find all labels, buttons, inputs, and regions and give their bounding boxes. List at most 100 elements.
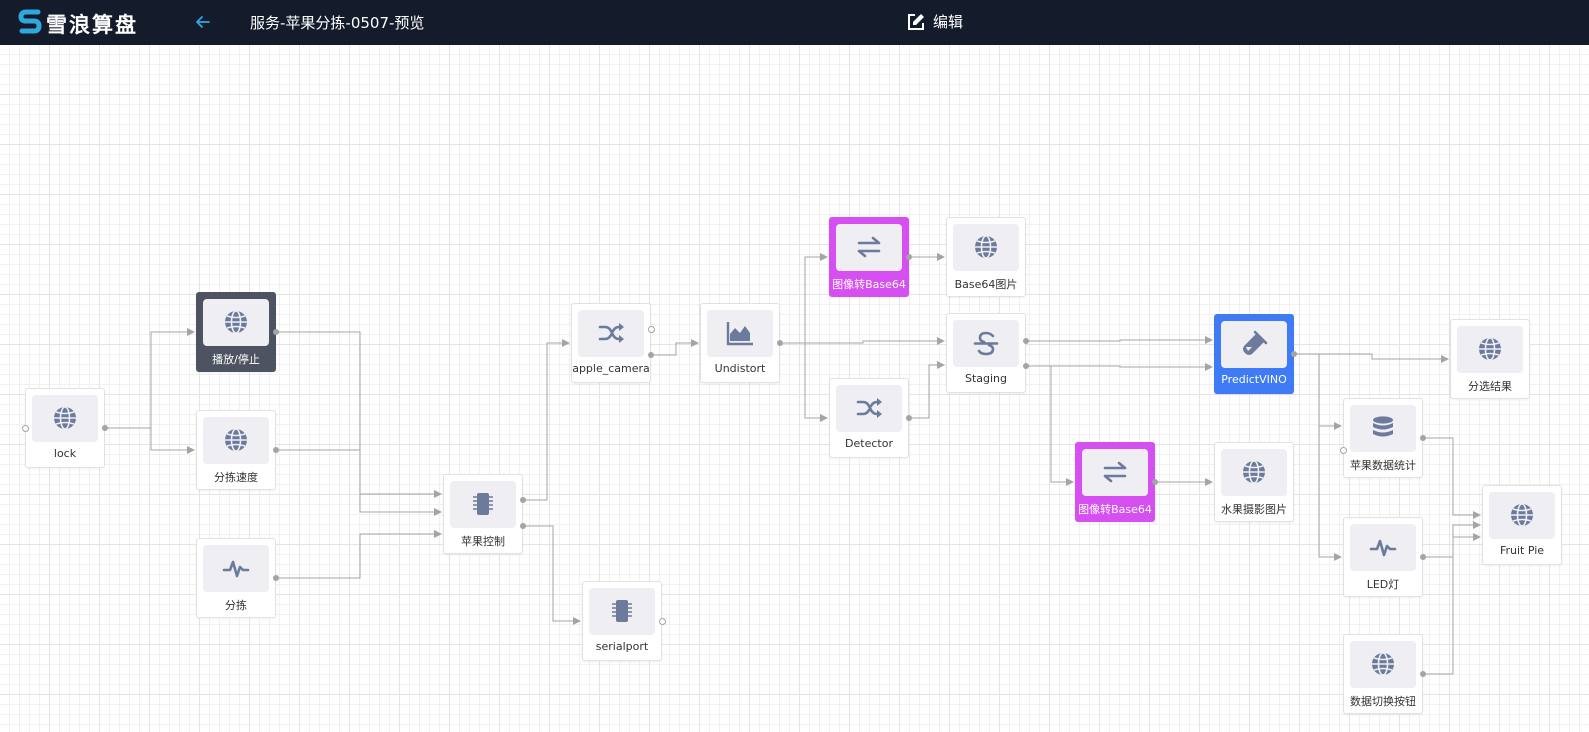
edge-led-to-pie[interactable] <box>1423 521 1481 558</box>
globe-icon <box>54 406 76 430</box>
node-port[interactable] <box>520 497 526 503</box>
node-label: Fruit Pie <box>1499 544 1545 557</box>
edge-camera-to-undistort[interactable] <box>651 339 699 356</box>
node-icon-box <box>32 395 98 442</box>
node-label: 分选结果 <box>1468 380 1512 393</box>
node-port[interactable] <box>520 523 526 529</box>
node-result[interactable]: 分选结果 <box>1450 319 1530 399</box>
node-port[interactable] <box>273 447 279 453</box>
area-chart-icon <box>726 322 753 346</box>
node-pie[interactable]: Fruit Pie <box>1482 485 1562 565</box>
back-button[interactable] <box>192 11 214 33</box>
node-port[interactable] <box>1291 351 1297 357</box>
node-label: apple_camera <box>572 362 650 375</box>
node-stats[interactable]: 苹果数据统计 <box>1343 398 1423 478</box>
edge-stats-to-pie[interactable] <box>1423 437 1481 519</box>
edge-switchbtn-to-pie[interactable] <box>1423 533 1481 675</box>
node-port[interactable] <box>1152 479 1158 485</box>
node-icon-box <box>589 588 655 635</box>
node-switchbtn[interactable]: 数据切换按钮 <box>1343 634 1423 714</box>
node-port[interactable] <box>777 340 783 346</box>
database-icon <box>1373 416 1393 437</box>
node-sort[interactable]: 分拣 <box>196 538 276 618</box>
node-icon-box <box>1489 492 1555 539</box>
node-icon-box <box>707 310 773 357</box>
globe-icon <box>1372 652 1394 676</box>
logo-text: 雪浪算盘 <box>46 13 138 37</box>
node-port[interactable] <box>659 618 666 625</box>
node-b64img[interactable]: Base64图片 <box>946 217 1026 297</box>
node-predict[interactable]: PredictVINO <box>1214 314 1294 394</box>
node-port[interactable] <box>648 352 654 358</box>
node-port[interactable] <box>648 326 655 333</box>
logo: 雪浪算盘 <box>18 8 144 37</box>
node-serial[interactable]: serialport <box>582 581 662 661</box>
node-b64b[interactable]: 图像转Base64 <box>1075 442 1155 522</box>
node-port[interactable] <box>1420 671 1426 677</box>
node-b64a[interactable]: 图像转Base64 <box>829 217 909 297</box>
shuffle-icon <box>598 323 624 343</box>
node-port[interactable] <box>1023 363 1029 369</box>
node-icon-box <box>1221 321 1287 368</box>
edge-undistort-to-detector[interactable] <box>780 342 828 422</box>
edge-sort-to-ctrl[interactable] <box>276 530 442 579</box>
node-port[interactable] <box>273 329 279 335</box>
edge-lock-to-speed[interactable] <box>105 427 195 454</box>
edge-staging-to-predict[interactable] <box>1026 363 1213 371</box>
node-label: 图像转Base64 <box>832 278 906 291</box>
node-port[interactable] <box>102 425 108 431</box>
edge-predict-to-led[interactable] <box>1294 353 1342 561</box>
node-port[interactable] <box>1420 435 1426 441</box>
edge-staging-to-predict[interactable] <box>1026 336 1213 344</box>
node-fruitimg[interactable]: 水果摄影图片 <box>1214 442 1294 522</box>
node-staging[interactable]: Staging <box>946 313 1026 393</box>
flow-canvas[interactable]: lock 播放/停止分拣速度分拣 苹果控制 apple_camera serialpor… <box>0 45 1589 732</box>
node-label: 数据切换按钮 <box>1350 695 1416 708</box>
edge-ctrl-to-serial[interactable] <box>523 525 581 625</box>
node-port[interactable] <box>273 575 279 581</box>
node-port[interactable] <box>906 415 912 421</box>
node-port[interactable] <box>1340 447 1347 454</box>
node-port[interactable] <box>1023 338 1029 344</box>
edge-predict-to-result[interactable] <box>1294 353 1449 363</box>
node-label: 图像转Base64 <box>1078 503 1152 516</box>
edge-detector-to-staging[interactable] <box>909 361 945 419</box>
node-label: 分拣速度 <box>214 471 258 484</box>
node-icon-box <box>450 481 516 528</box>
edges-layer <box>105 253 1481 675</box>
node-led[interactable]: LED灯 <box>1343 517 1423 597</box>
node-icon-box <box>836 385 902 432</box>
globe-icon <box>225 428 247 452</box>
node-label: lock <box>53 447 77 460</box>
edge-speed-to-ctrl[interactable] <box>276 449 442 516</box>
globe-icon <box>975 235 997 259</box>
edge-undistort-to-b64a[interactable] <box>780 253 828 344</box>
node-icon-box <box>1221 449 1287 496</box>
node-camera[interactable]: apple_camera <box>571 303 651 383</box>
node-lock[interactable]: lock <box>25 388 105 468</box>
strikethrough-icon <box>973 331 999 356</box>
node-icon-box <box>953 224 1019 271</box>
node-port[interactable] <box>1420 554 1426 560</box>
waveform-icon <box>222 560 250 578</box>
node-label: PredictVINO <box>1221 373 1287 386</box>
node-play[interactable]: 播放/停止 <box>196 292 276 372</box>
globe-icon <box>1479 337 1501 361</box>
edge-staging-to-b64b[interactable] <box>1026 365 1074 486</box>
node-icon-box <box>203 299 269 346</box>
node-label: Detector <box>845 437 893 450</box>
node-ctrl[interactable]: 苹果控制 <box>443 474 523 554</box>
node-speed[interactable]: 分拣速度 <box>196 410 276 490</box>
node-detector[interactable]: Detector <box>829 378 909 458</box>
node-icon-box <box>578 310 644 357</box>
node-undistort[interactable]: Undistort <box>700 303 780 383</box>
top-bar: 雪浪算盘 服务-苹果分拣-0507-预览 编辑 <box>0 0 1589 45</box>
edge-play-to-ctrl[interactable] <box>276 331 442 498</box>
node-port[interactable] <box>22 425 29 432</box>
node-label: Staging <box>964 372 1008 385</box>
edge-predict-to-stats[interactable] <box>1294 353 1342 430</box>
node-icon-box <box>1350 524 1416 571</box>
edge-lock-to-play[interactable] <box>105 328 195 429</box>
node-port[interactable] <box>906 254 912 260</box>
edge-ctrl-to-camera[interactable] <box>523 339 570 501</box>
